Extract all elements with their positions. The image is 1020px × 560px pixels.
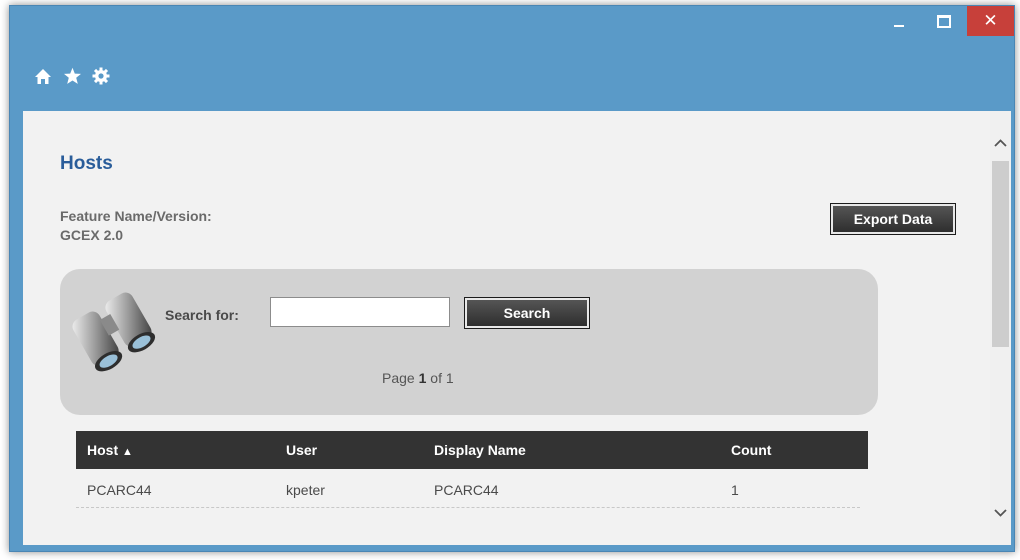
- gear-icon[interactable]: [91, 66, 111, 86]
- vertical-scrollbar[interactable]: [990, 111, 1011, 545]
- minimize-button[interactable]: [877, 6, 921, 36]
- column-header-display-name[interactable]: Display Name: [434, 442, 526, 458]
- minimize-icon: [894, 25, 904, 27]
- title-bar[interactable]: ✕: [10, 6, 1014, 46]
- column-header-count[interactable]: Count: [731, 442, 771, 458]
- pagination-current: 1: [418, 370, 427, 386]
- pagination-separator: of: [430, 370, 442, 386]
- close-icon: ✕: [983, 11, 998, 31]
- scroll-down-button[interactable]: [990, 501, 1011, 525]
- search-panel: Search for: Search Page 1 of 1: [60, 269, 878, 415]
- binoculars-icon: [68, 283, 164, 373]
- scrollbar-thumb[interactable]: [992, 161, 1009, 347]
- search-input[interactable]: [270, 297, 450, 327]
- table-row[interactable]: PCARC44 kpeter PCARC44 1: [76, 469, 860, 508]
- pagination: Page 1 of 1: [382, 370, 454, 386]
- feature-value: GCEX 2.0: [60, 227, 124, 243]
- main-content: Hosts Feature Name/Version: GCEX 2.0 Exp…: [23, 111, 990, 545]
- maximize-button[interactable]: [921, 6, 967, 36]
- close-button[interactable]: ✕: [967, 6, 1014, 36]
- column-header-label: Host: [87, 442, 119, 458]
- star-icon[interactable]: [62, 66, 82, 86]
- scroll-up-button[interactable]: [990, 131, 1011, 155]
- column-header-user[interactable]: User: [286, 442, 317, 458]
- app-window: ✕ Hosts Feature Name/Version: GCEX 2.0 E…: [9, 5, 1015, 552]
- pagination-total: 1: [445, 370, 454, 386]
- search-label: Search for:: [165, 307, 239, 323]
- maximize-icon: [937, 14, 951, 28]
- toolbar: [33, 66, 111, 86]
- chevron-up-icon: [994, 139, 1007, 147]
- cell-host: PCARC44: [87, 482, 152, 498]
- chevron-down-icon: [994, 509, 1007, 517]
- pagination-prefix: Page: [382, 370, 415, 386]
- cell-display-name: PCARC44: [434, 482, 499, 498]
- page-title: Hosts: [60, 153, 113, 174]
- feature-label: Feature Name/Version:: [60, 208, 212, 224]
- sort-ascending-icon: ▲: [122, 446, 133, 458]
- column-header-host[interactable]: Host ▲: [87, 442, 133, 458]
- window-controls: ✕: [877, 6, 1014, 36]
- home-icon[interactable]: [33, 66, 53, 86]
- cell-user: kpeter: [286, 482, 325, 498]
- table-header: Host ▲ User Display Name Count: [76, 431, 868, 469]
- export-data-button[interactable]: Export Data: [830, 203, 956, 235]
- search-button[interactable]: Search: [464, 297, 590, 329]
- cell-count: 1: [731, 482, 739, 498]
